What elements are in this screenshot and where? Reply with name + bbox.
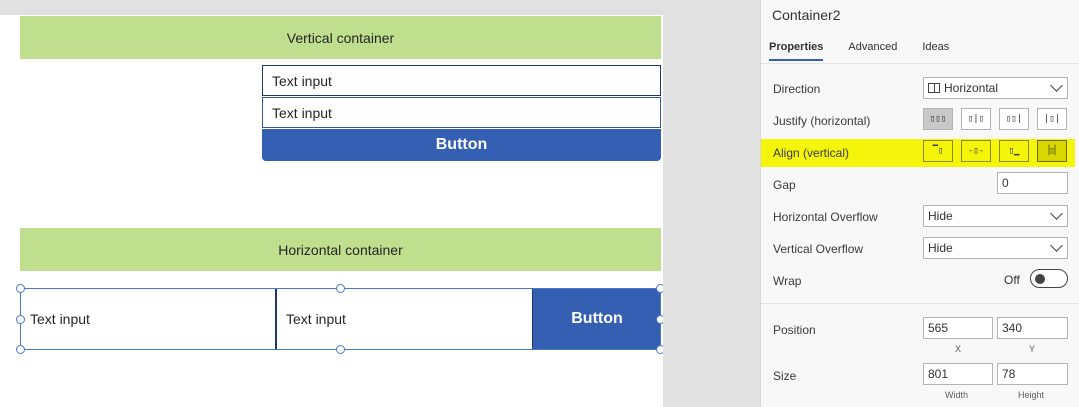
vertical-overflow-dropdown[interactable]: Hide xyxy=(923,237,1068,259)
vertical-text-input-2[interactable]: Text input xyxy=(262,97,661,128)
position-y-input[interactable]: 340 xyxy=(997,317,1068,339)
align-bottom-icon[interactable]: ▯▁ xyxy=(999,140,1029,162)
panel-title: Container2 xyxy=(772,7,841,23)
vertical-overflow-label: Vertical Overflow xyxy=(773,242,864,256)
wrap-label: Wrap xyxy=(773,274,802,288)
resize-handle-bottom-left[interactable] xyxy=(16,345,25,354)
toggle-knob xyxy=(1035,273,1045,284)
canvas-gutter xyxy=(663,0,760,407)
position-y-value: 340 xyxy=(1002,321,1023,335)
size-width-input[interactable]: 801 xyxy=(923,363,993,385)
horizontal-overflow-value: Hide xyxy=(928,209,953,223)
app-canvas: Vertical container Text input Text input… xyxy=(0,0,665,407)
position-x-input[interactable]: 565 xyxy=(923,317,993,339)
columns-icon xyxy=(928,83,940,93)
justify-start-icon[interactable]: ▯▯▯ xyxy=(923,108,953,130)
gap-input[interactable]: 0 xyxy=(997,172,1068,194)
resize-handle-top-left[interactable] xyxy=(16,284,25,293)
size-height-input[interactable]: 78 xyxy=(997,363,1068,385)
resize-handle-top[interactable] xyxy=(336,284,345,293)
text-input-value: Text input xyxy=(286,311,346,327)
tab-divider xyxy=(761,63,1079,64)
panel-tabs: Properties Advanced Ideas xyxy=(769,41,949,61)
width-caption: Width xyxy=(945,390,969,400)
horizontal-text-input-2[interactable]: Text input xyxy=(276,288,533,350)
align-stretch-icon[interactable]: ▕▯▏ xyxy=(1037,140,1067,162)
horizontal-overflow-label: Horizontal Overflow xyxy=(773,210,878,224)
horizontal-button[interactable]: Button xyxy=(533,288,661,350)
wrap-state: Off xyxy=(1004,273,1020,287)
text-input-value: Text input xyxy=(272,72,332,89)
section-divider xyxy=(761,303,1079,304)
button-label: Button xyxy=(435,136,488,153)
vertical-button[interactable]: Button xyxy=(262,129,661,161)
justify-end-icon[interactable]: ▯▯| xyxy=(999,108,1029,130)
text-input-value: Text input xyxy=(272,104,332,121)
gap-value: 0 xyxy=(1002,176,1009,190)
wrap-toggle[interactable] xyxy=(1030,269,1068,288)
size-width-value: 801 xyxy=(928,367,949,381)
vertical-text-input-1[interactable]: Text input xyxy=(262,65,661,96)
tab-ideas[interactable]: Ideas xyxy=(922,41,949,61)
y-caption: Y xyxy=(1029,344,1036,354)
vertical-container-label: Vertical container xyxy=(286,29,395,46)
canvas-top-band xyxy=(0,0,663,15)
resize-handle-left[interactable] xyxy=(16,315,25,324)
size-label: Size xyxy=(773,369,797,383)
tab-properties[interactable]: Properties xyxy=(769,41,824,61)
size-height-value: 78 xyxy=(1002,367,1016,381)
align-middle-icon[interactable]: -▯- xyxy=(961,140,991,162)
properties-panel: Container2 Properties Advanced Ideas Dir… xyxy=(760,0,1079,407)
text-input-value: Text input xyxy=(30,311,90,327)
justify-center-icon[interactable]: ▯|▯ xyxy=(961,108,991,130)
direction-dropdown[interactable]: Horizontal xyxy=(923,77,1068,99)
height-caption: Height xyxy=(1018,390,1045,400)
tab-advanced[interactable]: Advanced xyxy=(848,41,897,61)
direction-label: Direction xyxy=(773,82,821,96)
gap-label: Gap xyxy=(773,178,796,192)
align-top-icon[interactable]: ▔▯ xyxy=(923,140,953,162)
horizontal-container-label: Horizontal container xyxy=(278,241,403,258)
button-label: Button xyxy=(571,310,623,327)
chevron-down-icon xyxy=(1050,207,1063,220)
vertical-container-header[interactable]: Vertical container xyxy=(20,16,661,59)
horizontal-overflow-dropdown[interactable]: Hide xyxy=(923,205,1068,227)
direction-value: Horizontal xyxy=(944,81,999,95)
position-x-value: 565 xyxy=(928,321,949,335)
justify-space-between-icon[interactable]: |▯| xyxy=(1037,108,1067,130)
resize-handle-bottom[interactable] xyxy=(336,345,345,354)
chevron-down-icon xyxy=(1050,239,1063,252)
x-caption: X xyxy=(955,344,962,354)
horizontal-text-input-1[interactable]: Text input xyxy=(20,288,276,350)
horizontal-container-header[interactable]: Horizontal container xyxy=(20,228,661,271)
align-label: Align (vertical) xyxy=(773,146,850,160)
justify-label: Justify (horizontal) xyxy=(773,114,871,128)
chevron-down-icon xyxy=(1050,79,1063,92)
position-label: Position xyxy=(773,323,816,337)
vertical-overflow-value: Hide xyxy=(928,241,953,255)
